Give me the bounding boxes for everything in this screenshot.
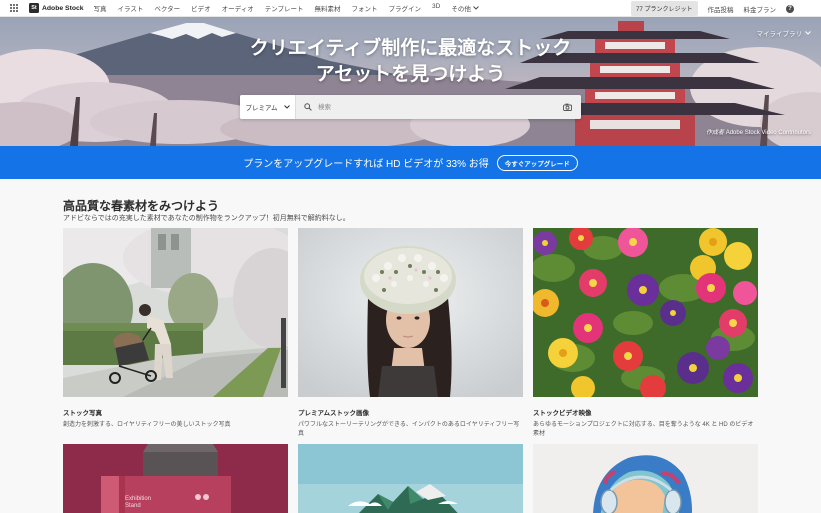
girl-flower-crown-photo bbox=[298, 228, 523, 397]
search-icon bbox=[304, 103, 312, 111]
card-image-stroller-cherry-blossom[interactable] bbox=[63, 228, 288, 397]
hero-title-line-1: クリエイティブ制作に最適なストック bbox=[249, 38, 572, 59]
pricing-link[interactable]: 料金プラン bbox=[744, 4, 777, 14]
brand-name: Adobe Stock bbox=[42, 4, 84, 12]
exhibition-stand-image: Exhibition Stand bbox=[63, 444, 288, 513]
nav-link-3d[interactable]: 3D bbox=[432, 3, 440, 13]
card-image-girl-flower-crown[interactable] bbox=[298, 228, 523, 397]
card-templates-preview[interactable]: Exhibition Stand bbox=[63, 444, 288, 513]
template-box-text-2: Stand bbox=[125, 503, 141, 509]
credits-badge[interactable]: 77 プランクレジット bbox=[631, 1, 698, 16]
chevron-down-icon bbox=[472, 6, 479, 10]
nav-link-vectors[interactable]: ベクター bbox=[154, 3, 180, 13]
section-subtitle: アドビならではの充実した素材であなたの制作物をランクアップ！初月無料で解約料なし… bbox=[63, 215, 350, 222]
account-nav: 77 プランクレジット 作品投稿 料金プラン ? bbox=[631, 0, 821, 17]
promo-text: プランをアップグレードすれば HD ビデオが 33% お得 bbox=[243, 159, 489, 170]
contributor-link[interactable]: 作品投稿 bbox=[708, 4, 734, 14]
nav-link-plugins[interactable]: プラグイン bbox=[389, 3, 422, 13]
stroller-photo bbox=[63, 228, 288, 397]
nav-link-free[interactable]: 無料素材 bbox=[315, 3, 341, 13]
nav-link-fonts[interactable]: フォント bbox=[352, 3, 378, 13]
chevron-down-icon bbox=[805, 31, 811, 35]
nav-link-photos[interactable]: 写真 bbox=[94, 3, 107, 13]
headphone-girl-illustration bbox=[533, 444, 758, 513]
upgrade-promo-bar: プランをアップグレードすれば HD ビデオが 33% お得 今すぐアップグレード bbox=[0, 146, 821, 179]
chevron-down-icon bbox=[283, 105, 290, 109]
3d-mountain-image bbox=[298, 444, 523, 513]
nav-link-audio[interactable]: オーディオ bbox=[222, 3, 254, 13]
card-illustration-preview[interactable] bbox=[533, 444, 758, 513]
card-3d-preview[interactable] bbox=[298, 444, 523, 513]
card-title: ストック写真 bbox=[63, 410, 102, 417]
primrose-flowers-photo bbox=[533, 228, 758, 397]
image-credit: 作成者 Adobe Stock Video Contributors bbox=[706, 127, 811, 136]
upgrade-now-button[interactable]: 今すぐアップグレード bbox=[496, 154, 578, 171]
search-input[interactable] bbox=[318, 97, 563, 117]
apps-grid-icon[interactable] bbox=[10, 4, 18, 12]
brand-link[interactable]: St Adobe Stock bbox=[29, 3, 84, 13]
card-description: 創造力を刺激する、ロイヤリティフリーの美しいストック写真 bbox=[63, 422, 231, 428]
card-description: パワフルなストーリーテリングができる、インパクトのあるロイヤリティフリー写真 bbox=[298, 422, 520, 437]
credit-prefix: 作成者 bbox=[706, 130, 725, 136]
credit-name[interactable]: Adobe Stock Video Contributors bbox=[726, 130, 811, 136]
card-image-primrose-flowers[interactable] bbox=[533, 228, 758, 397]
template-box-text-1: Exhibition bbox=[125, 496, 151, 502]
nav-link-videos[interactable]: ビデオ bbox=[191, 3, 211, 13]
help-icon[interactable]: ? bbox=[786, 4, 794, 13]
hero-title-line-2: アセットを見つけよう bbox=[315, 64, 506, 85]
main-content: 高品質な春素材をみつけよう アドビならではの充実した素材であなたの制作物をランク… bbox=[0, 179, 821, 513]
nav-more-label: その他 bbox=[451, 6, 471, 13]
category-nav: 写真 イラスト ベクター ビデオ オーディオ テンプレート 無料素材 フォント … bbox=[94, 3, 490, 13]
adobe-stock-logo: St bbox=[29, 3, 39, 13]
card-title: ストックビデオ映像 bbox=[533, 410, 592, 417]
card-premium-images[interactable]: プレミアムストック画像 パワフルなストーリーテリングができる、インパクトのあるロ… bbox=[298, 228, 523, 438]
asset-type-dropdown[interactable]: プレミアム bbox=[240, 95, 296, 119]
card-stock-photos[interactable]: ストック写真 創造力を刺激する、ロイヤリティフリーの美しいストック写真 bbox=[63, 228, 288, 430]
hero-banner: マイライブラリ クリエイティブ制作に最適なストック アセットを見つけよう プレミ… bbox=[0, 17, 821, 146]
nav-link-illustrations[interactable]: イラスト bbox=[118, 3, 144, 13]
nav-link-templates[interactable]: テンプレート bbox=[265, 3, 304, 13]
camera-icon[interactable] bbox=[563, 103, 572, 111]
asset-type-label: プレミアム bbox=[245, 105, 278, 112]
card-stock-video[interactable]: ストックビデオ映像 あらゆるモーションプロジェクトに対応する、目を奪うような 4… bbox=[533, 228, 758, 438]
section-title: 高品質な春素材をみつけよう bbox=[63, 199, 220, 213]
hero-title: クリエイティブ制作に最適なストック アセットを見つけよう bbox=[0, 36, 821, 88]
top-navigation: St Adobe Stock 写真 イラスト ベクター ビデオ オーディオ テン… bbox=[0, 0, 821, 17]
search-bar: プレミアム bbox=[240, 95, 581, 119]
card-description: あらゆるモーションプロジェクトに対応する、目を奪うような 4K と HD のビデ… bbox=[533, 422, 754, 437]
card-title: プレミアムストック画像 bbox=[298, 410, 370, 417]
nav-more-menu[interactable]: その他 bbox=[451, 3, 479, 13]
search-field bbox=[296, 95, 581, 119]
